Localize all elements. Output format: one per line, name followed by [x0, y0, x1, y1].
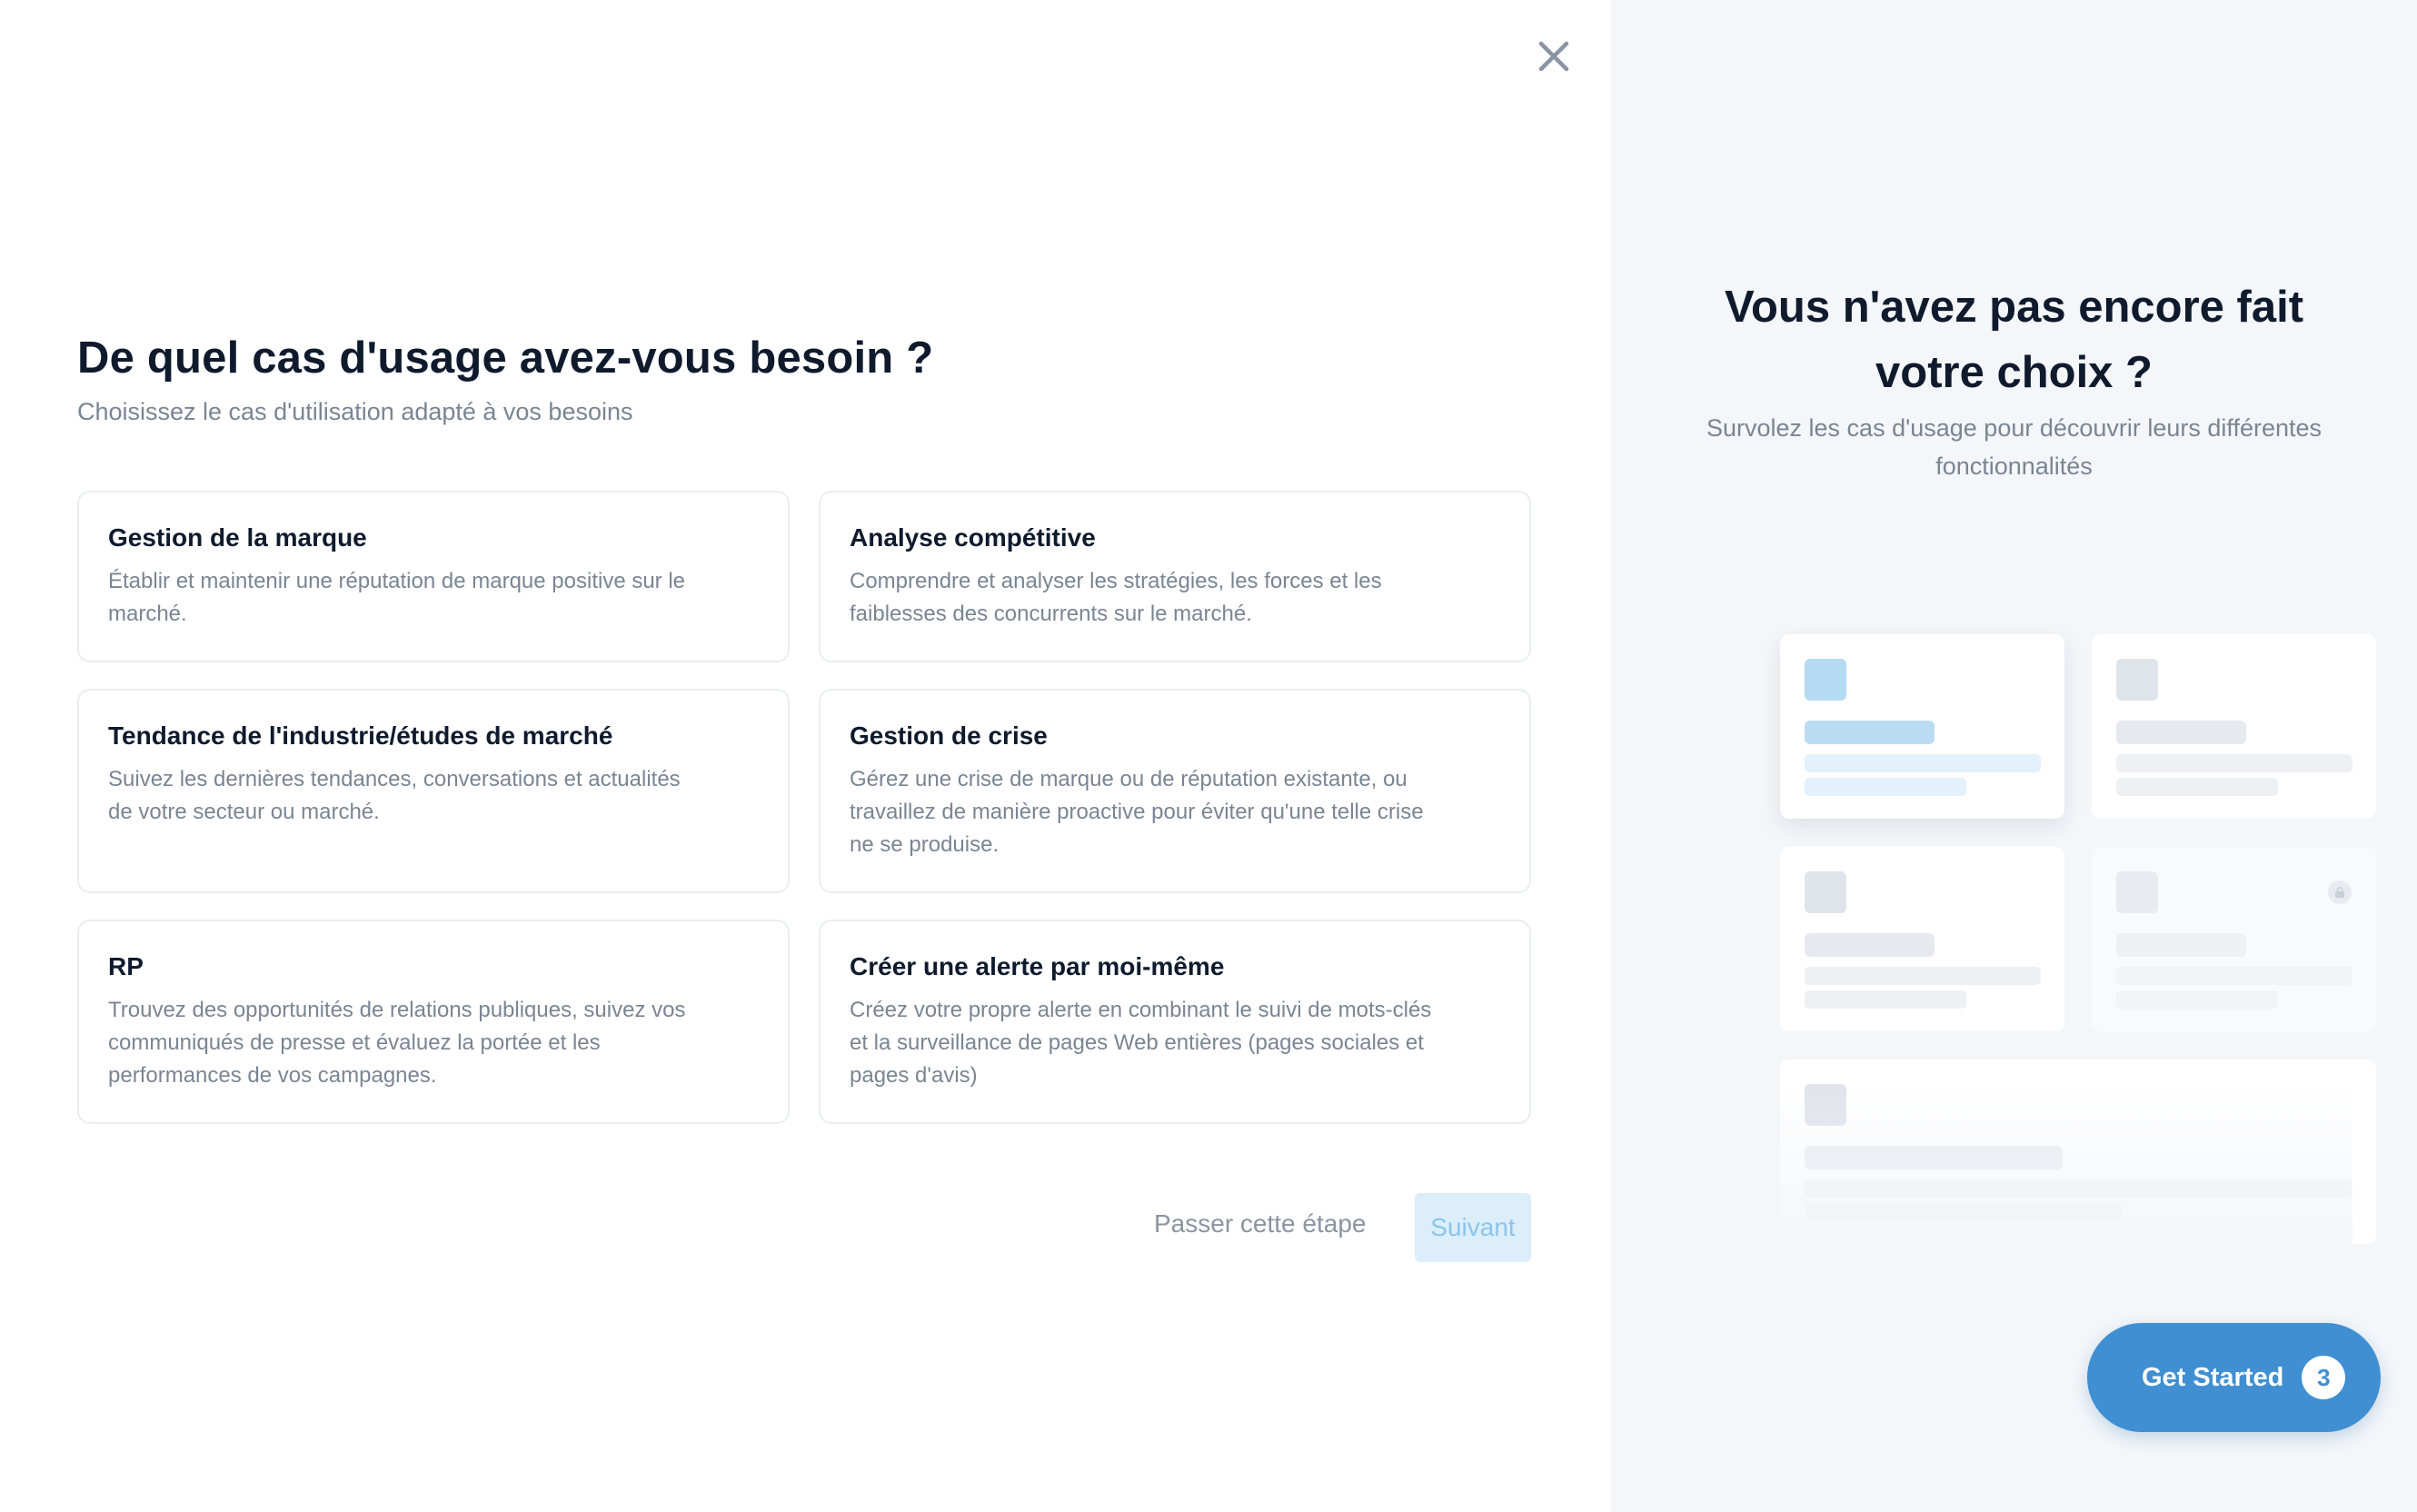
skeleton-card: [1780, 847, 2064, 1031]
use-case-title: Gestion de crise: [850, 721, 1048, 750]
lock-icon: [2328, 880, 2352, 904]
preview-subtitle: Survolez les cas d'usage pour découvrir …: [1706, 414, 2323, 480]
skip-step-link[interactable]: Passer cette étape: [1154, 1209, 1366, 1238]
use-case-description: Gérez une crise de marque ou de réputati…: [850, 767, 1424, 857]
get-started-count-badge: 3: [2302, 1356, 2346, 1399]
use-case-card-competitive-analysis[interactable]: Analyse compétitive Comprendre et analys…: [819, 491, 1531, 662]
skeleton-card-locked: [2092, 847, 2376, 1031]
skeleton-card: [2092, 634, 2376, 819]
skeleton-preview: [1676, 600, 2376, 1245]
use-case-title: RP: [108, 952, 144, 980]
skeleton-fade-overlay: [1676, 1081, 2352, 1245]
use-case-card-custom-alert[interactable]: Créer une alerte par moi-même Créez votr…: [819, 920, 1531, 1124]
skeleton-card-highlighted: [1780, 634, 2064, 819]
use-case-title: Tendance de l'industrie/études de marché: [108, 721, 613, 750]
preview-title: Vous n'avez pas encore fait votre choix …: [1724, 283, 2304, 397]
use-case-title: Analyse compétitive: [850, 523, 1096, 552]
preview-panel: Vous n'avez pas encore fait votre choix …: [1611, 0, 2417, 1512]
use-case-description: Créez votre propre alerte en combinant l…: [850, 998, 1432, 1088]
use-case-description: Suivez les dernières tendances, conversa…: [108, 767, 681, 824]
use-case-title: Créer une alerte par moi-même: [850, 952, 1225, 980]
use-case-description: Établir et maintenir une réputation de m…: [108, 569, 686, 626]
get-started-label: Get Started: [2142, 1362, 2284, 1392]
close-icon: [1538, 41, 1569, 72]
dialog-title: De quel cas d'usage avez-vous besoin ?: [77, 333, 934, 383]
onboarding-page: De quel cas d'usage avez-vous besoin ? C…: [0, 0, 2417, 1512]
next-button[interactable]: Suivant: [1415, 1193, 1531, 1262]
use-case-description: Trouvez des opportunités de relations pu…: [108, 998, 686, 1088]
use-case-card-brand-management[interactable]: Gestion de la marque Établir et mainteni…: [77, 491, 790, 662]
use-case-card-industry-trends[interactable]: Tendance de l'industrie/études de marché…: [77, 689, 790, 893]
use-case-description: Comprendre et analyser les stratégies, l…: [850, 569, 1382, 626]
use-case-dialog: De quel cas d'usage avez-vous besoin ? C…: [0, 0, 1611, 1512]
use-case-title: Gestion de la marque: [108, 523, 367, 552]
dialog-subtitle: Choisissez le cas d'utilisation adapté à…: [77, 398, 633, 425]
get-started-button[interactable]: Get Started 3: [2087, 1323, 2381, 1432]
use-case-card-crisis-management[interactable]: Gestion de crise Gérez une crise de marq…: [819, 689, 1531, 893]
close-button[interactable]: [1532, 35, 1576, 78]
use-case-card-pr[interactable]: RP Trouvez des opportunités de relations…: [77, 920, 790, 1124]
